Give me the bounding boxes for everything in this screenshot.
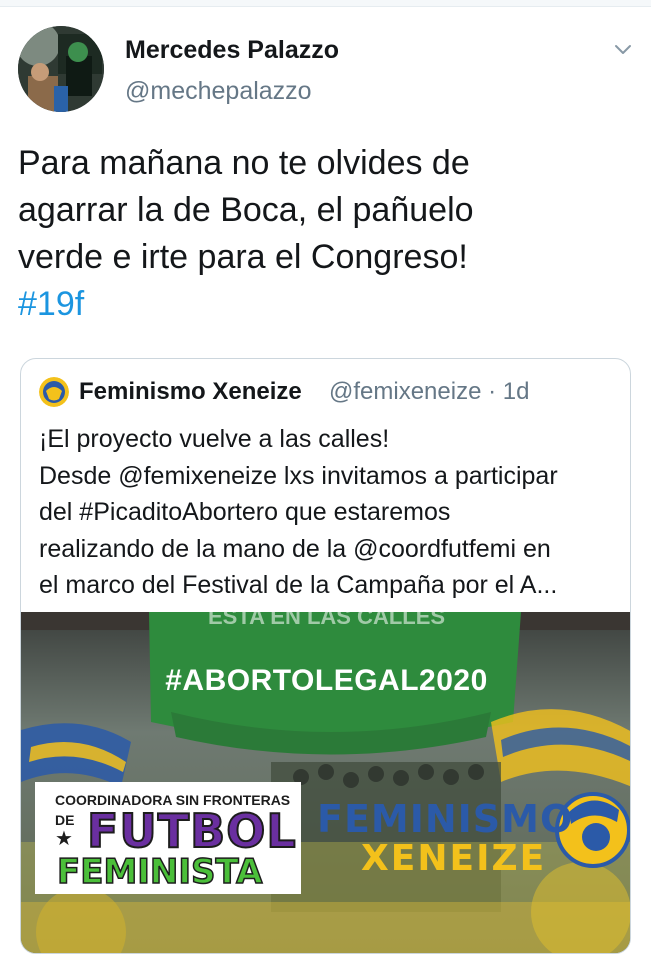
quoted-timestamp: · 1d xyxy=(488,378,530,405)
quoted-tweet-card[interactable]: Feminismo Xeneize @femixeneize · 1d ¡El … xyxy=(20,358,631,954)
quoted-author-meta: @femixeneize · 1d xyxy=(329,378,529,406)
tweet-header: Mercedes Palazzo @mechepalazzo xyxy=(18,26,638,116)
star-icon: ★ xyxy=(55,828,73,850)
banner-top-text: ESTA EN LAS CALLES xyxy=(207,612,446,629)
author-avatar[interactable] xyxy=(18,26,104,112)
quoted-text-line: el marco del Festival de la Campaña por … xyxy=(39,571,558,599)
tweet-body: Para mañana no te olvides de agarrar la … xyxy=(18,140,628,328)
author-name[interactable]: Mercedes Palazzo xyxy=(125,36,339,65)
tweet-text-line: Para mañana no te olvides de xyxy=(18,144,470,182)
quoted-media-image[interactable]: ESTA EN LAS CALLES #ABORTOLEGAL2020 COOR… xyxy=(21,612,630,953)
tweet-text-line: verde e irte para el Congreso! xyxy=(18,238,468,276)
hashtag-link[interactable]: #19f xyxy=(18,281,628,328)
author-handle[interactable]: @mechepalazzo xyxy=(125,77,312,106)
quoted-author-name[interactable]: Feminismo Xeneize xyxy=(79,378,302,406)
logo-feminista-text: FEMINISTA xyxy=(56,851,263,893)
feminismo-logo-text: FEMINISMO xyxy=(317,797,574,841)
xeneize-logo-text: XENEIZE xyxy=(361,838,547,879)
quoted-text-line: Desde @femixeneize lxs invitamos a parti… xyxy=(39,461,558,490)
chevron-down-icon[interactable] xyxy=(612,38,634,60)
tweet-text-line: agarrar la de Boca, el pañuelo xyxy=(18,191,474,229)
quoted-text-line: ¡El proyecto vuelve a las calles! xyxy=(39,425,390,453)
banner-hashtag: #ABORTOLEGAL2020 xyxy=(165,664,488,697)
top-divider xyxy=(0,0,651,7)
quoted-text-line: realizando de la mano de la @coordfutfem… xyxy=(39,534,551,563)
quoted-author-avatar[interactable] xyxy=(39,377,69,407)
quoted-tweet-body: ¡El proyecto vuelve a las calles! Desde … xyxy=(39,421,619,604)
quoted-text-line: del #PicaditoAbortero que estaremos xyxy=(39,498,451,526)
futbol-feminista-logo: COORDINADORA SIN FRONTERAS DE ★ FUTBOL F… xyxy=(35,782,301,894)
logo-futbol-text: FUTBOL xyxy=(86,803,297,859)
quoted-author-handle[interactable]: @femixeneize xyxy=(329,378,481,405)
